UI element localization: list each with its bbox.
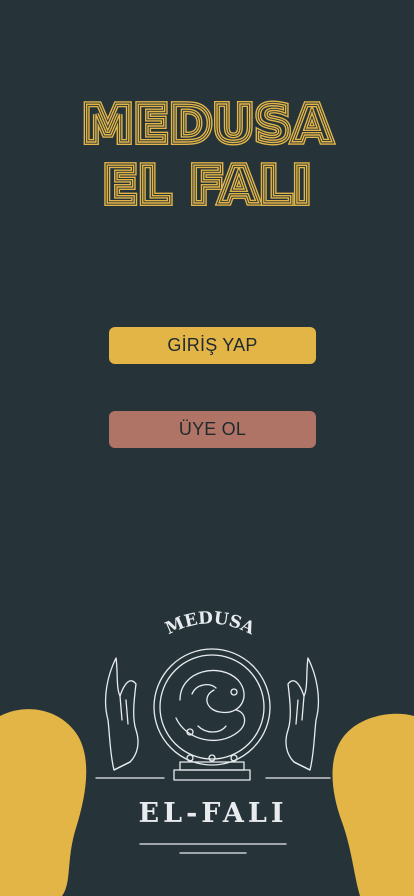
title-line-1: MEDUSA MEDUSA MEDUSA [79,92,335,158]
crystal-ball-icon [153,648,271,781]
title-line-2: EL FALI EL FALI EL FALI [99,153,314,219]
login-button-label: GİRİŞ YAP [167,335,258,355]
signup-button[interactable]: ÜYE OL [109,411,316,448]
logo-arc-text: MEDUSA [162,608,258,639]
svg-text:EL FALI: EL FALI [102,156,311,216]
medusa-el-fali-logo: MEDUSA EL-FALI [95,608,331,854]
login-button[interactable]: GİRİŞ YAP [109,327,316,364]
logo-bottom-text: EL-FALI [139,798,288,829]
right-hand-icon [285,657,320,771]
left-hand-icon [104,657,139,771]
signup-button-label: ÜYE OL [178,419,247,439]
welcome-screen: MEDUSA MEDUSA MEDUSA EL FALI EL FALI EL … [0,0,414,896]
svg-text:MEDUSA: MEDUSA [82,95,332,155]
app-title: MEDUSA MEDUSA MEDUSA EL FALI EL FALI EL … [79,92,335,219]
